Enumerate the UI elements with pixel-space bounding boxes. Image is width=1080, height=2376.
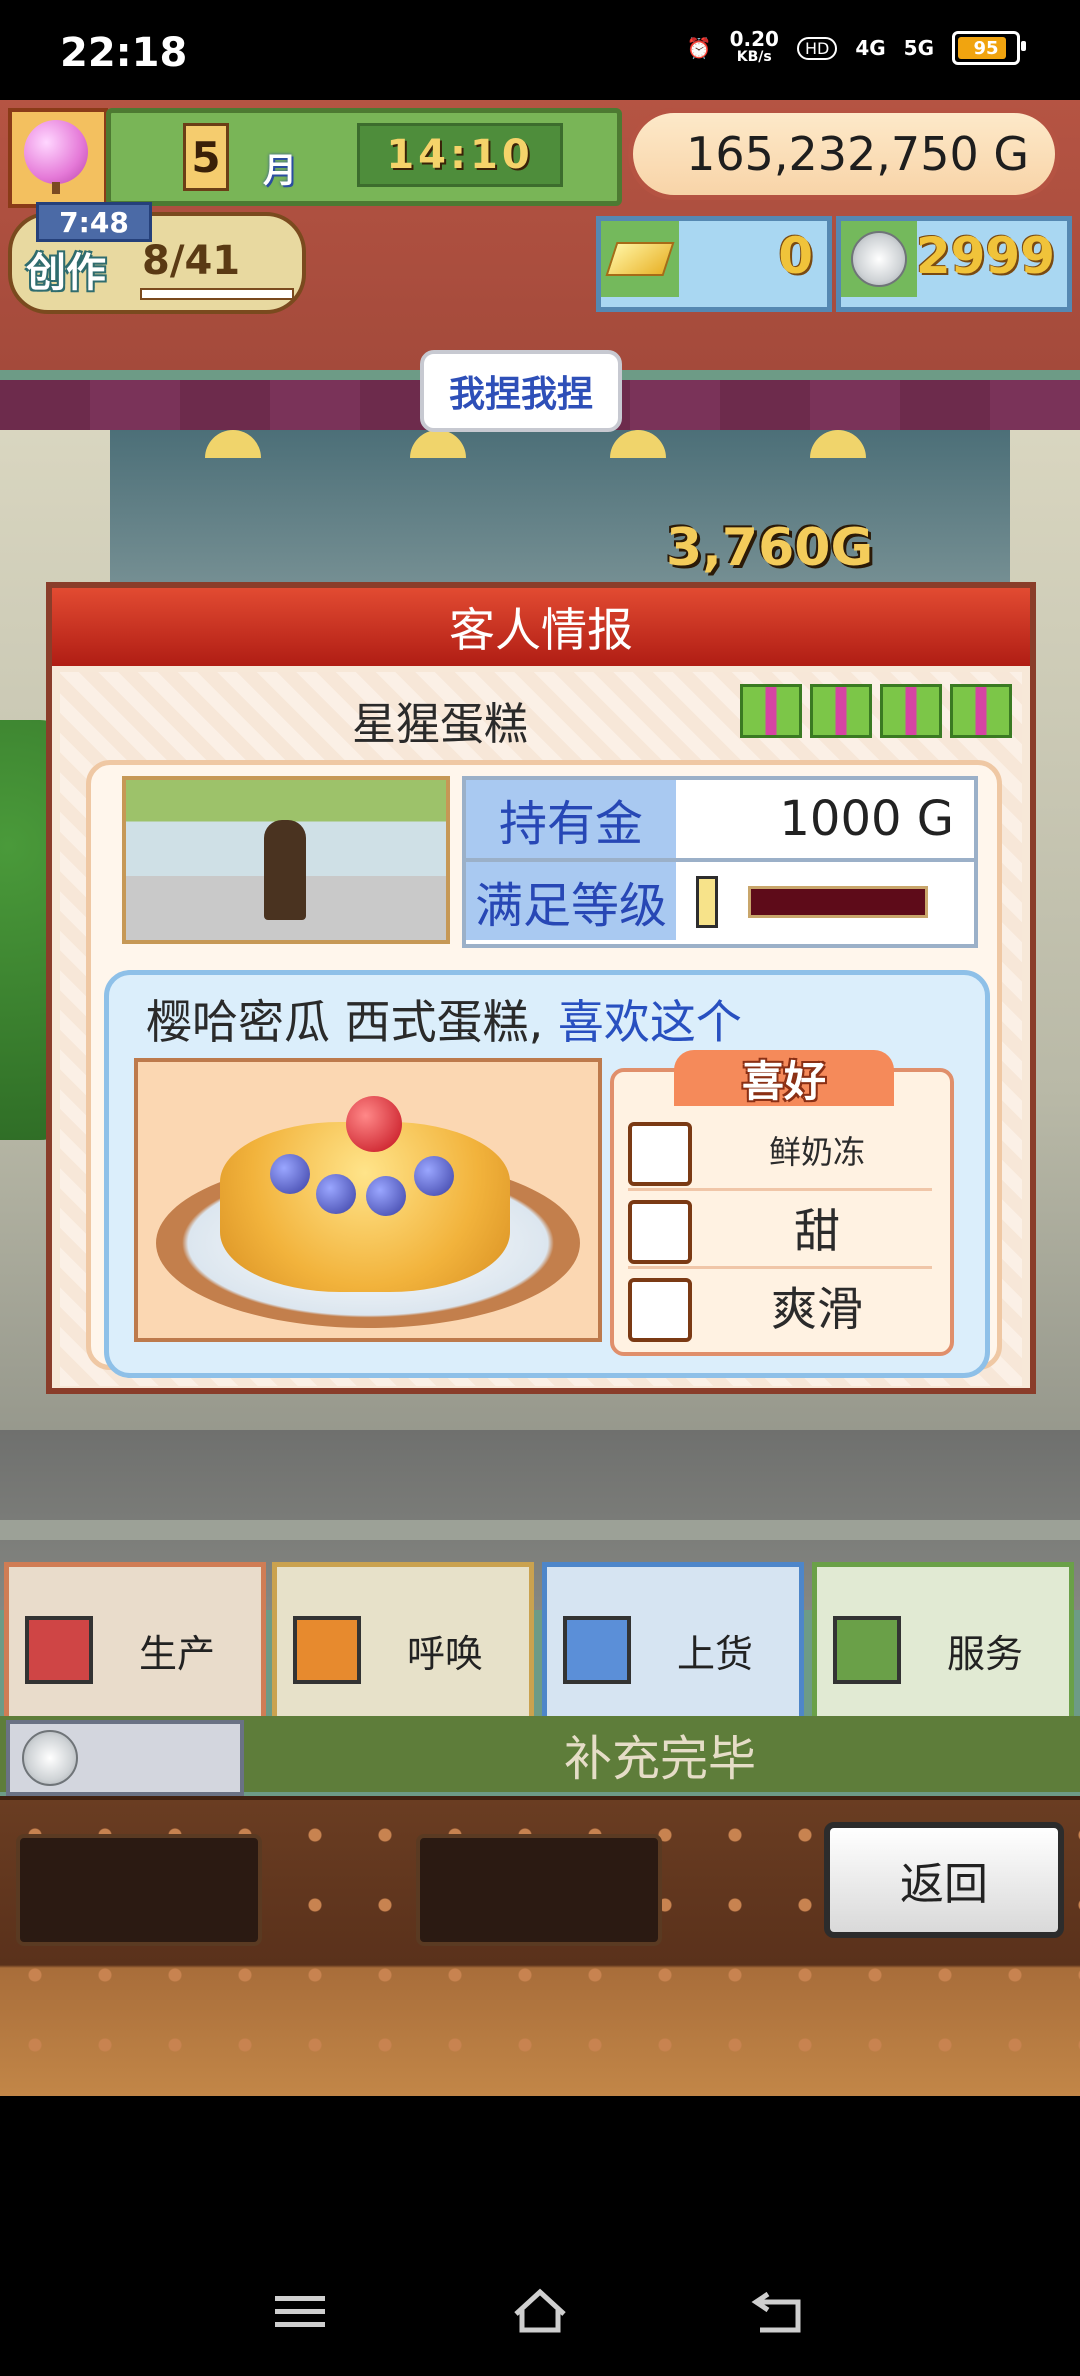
customer-portrait: [122, 776, 450, 944]
customer-name: 星猩蛋糕: [352, 699, 528, 750]
battery-icon: 95: [952, 31, 1026, 65]
medal-icon: [841, 221, 917, 297]
gold-bar-icon: [601, 221, 679, 297]
preferences-title: 喜好: [674, 1050, 894, 1106]
battery-level: 95: [973, 37, 999, 59]
money-label: 持有金: [466, 780, 676, 858]
menu-icon[interactable]: [270, 2286, 330, 2336]
signal-4g-icon: 4G: [855, 36, 886, 60]
create-count: 8/41: [142, 238, 241, 284]
status-time: 22:18: [60, 30, 188, 76]
customer-info-dialog: 客人情报 星猩蛋糕 持有金 1000 G 满足等级 樱哈密瓜 西式蛋糕, 喜欢这…: [46, 582, 1036, 1394]
cake-slice-icon: [563, 1616, 631, 1684]
gift-icon: [740, 684, 802, 738]
money-display: 165,232,750 G: [628, 108, 1060, 200]
satisfaction-label: 满足等级: [466, 862, 676, 940]
game-screen: 5 月 14:10 165,232,750 G 7:48 创作 8/41 0 2…: [0, 100, 1080, 2096]
create-badge[interactable]: 7:48 创作 8/41: [8, 202, 306, 314]
medal-count: 2999: [915, 227, 1055, 285]
money-value: 1000 G: [779, 791, 954, 847]
signal-5g-icon: 5G: [903, 36, 934, 60]
cherry: [346, 1096, 402, 1152]
system-nav-bar: [0, 2096, 1080, 2376]
bread-icon: [25, 1616, 93, 1684]
preference-label: 甜: [794, 1204, 840, 1258]
blueberry: [270, 1154, 310, 1194]
gold-bar-counter[interactable]: 0: [596, 216, 832, 312]
net-speed-value: 0.20: [729, 27, 779, 51]
preference-row: 爽滑: [628, 1268, 932, 1344]
preference-row: 鲜奶冻: [628, 1112, 932, 1191]
empty-slot[interactable]: [416, 1834, 662, 1946]
megaphone-icon: [293, 1616, 361, 1684]
dialog-title: 客人情报: [52, 588, 1030, 666]
medal-counter[interactable]: 2999: [836, 216, 1072, 312]
money-row: 持有金 1000 G: [466, 780, 974, 862]
preferences-panel: 喜好 鲜奶冻 甜 爽滑: [610, 1050, 954, 1356]
menu-label: 呼唤: [406, 1631, 483, 1676]
net-speed-unit: KB/s: [736, 49, 772, 65]
preference-row: 甜: [628, 1190, 932, 1269]
blueberry: [316, 1174, 356, 1214]
floating-price: 3,760G: [666, 518, 874, 578]
pudding-icon: [628, 1122, 692, 1186]
gift-icon: [950, 684, 1012, 738]
gift-row: [740, 684, 1012, 738]
month-label: 月: [263, 151, 297, 191]
likes-text: 樱哈密瓜 西式蛋糕, 喜欢这个: [146, 986, 742, 1052]
date-panel: 5 月 14:10: [106, 108, 622, 206]
refill-bar: 补充完毕: [0, 1716, 1080, 1796]
menu-label: 服务: [946, 1631, 1023, 1676]
smooth-icon: [628, 1278, 692, 1342]
satisfaction-row: 满足等级: [466, 862, 974, 940]
empty-slot[interactable]: [16, 1834, 262, 1946]
medal-icon: [22, 1730, 78, 1786]
customer-sprite: [264, 820, 306, 920]
home-icon[interactable]: [510, 2286, 570, 2336]
refill-medal-slot: [6, 1720, 244, 1796]
call-button[interactable]: 呼唤: [272, 1562, 534, 1738]
create-timer: 7:48: [36, 202, 152, 242]
curb: [0, 1520, 1080, 1540]
player-avatar[interactable]: [8, 108, 108, 208]
game-clock: 14:10: [357, 123, 563, 187]
service-button[interactable]: 服务: [812, 1562, 1074, 1738]
teacup-icon: [833, 1616, 901, 1684]
sweet-icon: [628, 1200, 692, 1264]
likes-text-highlight: 喜欢这个: [557, 995, 742, 1049]
likes-text-main: 樱哈密瓜 西式蛋糕,: [146, 995, 544, 1049]
status-icons: ⏰ 0.20 KB/s HD 4G 5G 95: [686, 27, 1026, 66]
back-icon[interactable]: [750, 2286, 810, 2336]
favorite-food-image: [134, 1058, 602, 1342]
menu-label: 上货: [676, 1631, 753, 1676]
refill-status: 补充完毕: [563, 1731, 756, 1787]
net-speed: 0.20 KB/s: [729, 27, 779, 66]
avatar-stick: [52, 182, 60, 194]
blueberry: [414, 1156, 454, 1196]
cotton-candy-icon: [24, 120, 88, 184]
back-button[interactable]: 返回: [824, 1822, 1064, 1938]
menu-label: 生产: [138, 1631, 215, 1676]
produce-button[interactable]: 生产: [4, 1562, 266, 1738]
customer-stats: 持有金 1000 G 满足等级: [462, 776, 978, 948]
satisfaction-marker: [696, 876, 718, 928]
blueberry: [366, 1176, 406, 1216]
hd-icon: HD: [796, 36, 838, 60]
gold-bar-count: 0: [778, 227, 813, 285]
alarm-icon: ⏰: [686, 36, 712, 60]
restock-button[interactable]: 上货: [542, 1562, 804, 1738]
create-label: 创作: [26, 250, 106, 296]
gift-icon: [810, 684, 872, 738]
month-number: 5: [183, 123, 229, 191]
satisfaction-bar: [748, 886, 928, 918]
create-progress-bar: [140, 288, 294, 300]
gift-icon: [880, 684, 942, 738]
preference-label: 爽滑: [771, 1282, 863, 1336]
status-bar: 22:18 ⏰ 0.20 KB/s HD 4G 5G 95: [0, 0, 1080, 100]
preference-label: 鲜奶冻: [768, 1133, 865, 1171]
shop-sign[interactable]: 我捏我捏: [420, 350, 622, 432]
